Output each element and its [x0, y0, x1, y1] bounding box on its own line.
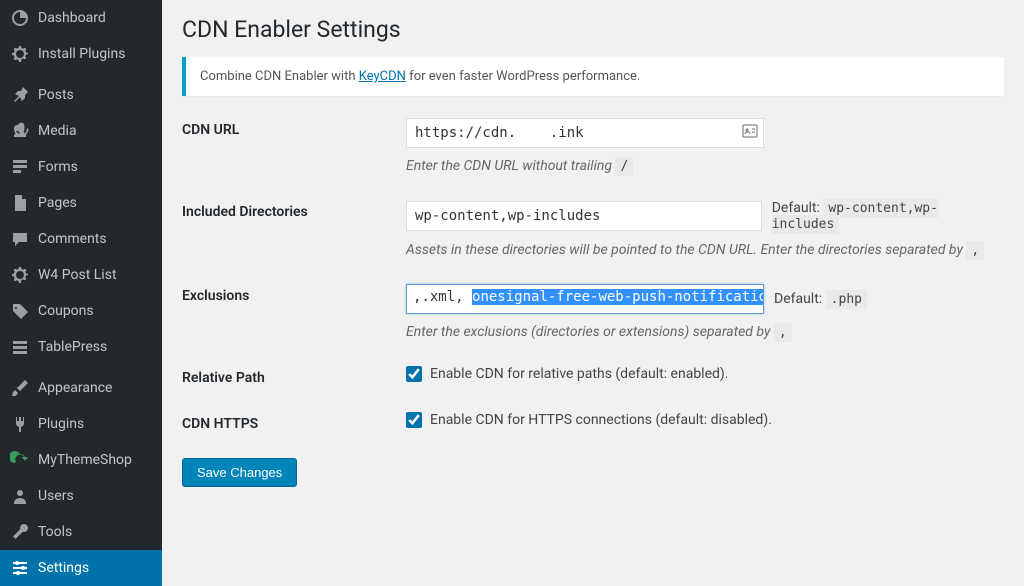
user-icon	[10, 486, 30, 506]
cdn-https-text: Enable CDN for HTTPS connections (defaul…	[430, 412, 772, 428]
sidebar-item-label: Dashboard	[38, 10, 106, 26]
sidebar-item-label: Install Plugins	[38, 46, 125, 62]
page-icon	[10, 193, 30, 213]
refresh-icon	[10, 450, 30, 470]
gear-icon	[10, 265, 30, 285]
sidebar-item-label: Pages	[38, 195, 77, 211]
sidebar-item-label: Plugins	[38, 416, 84, 432]
sidebar-item-settings[interactable]: Settings	[0, 550, 162, 586]
sidebar-item-tablepress[interactable]: TablePress	[0, 329, 162, 365]
dashboard-icon	[10, 8, 30, 28]
sidebar-item-label: Comments	[38, 231, 107, 247]
included-dirs-default: Default: wp-content,wp-includes	[772, 200, 1004, 232]
sidebar-item-dashboard[interactable]: Dashboard	[0, 0, 162, 36]
sidebar-item-posts[interactable]: Posts	[0, 77, 162, 113]
sidebar-item-plugins[interactable]: Plugins	[0, 406, 162, 442]
sidebar-item-label: MyThemeShop	[38, 452, 132, 468]
relative-path-label: Relative Path	[182, 366, 406, 386]
field-included-dirs: Included Directories Default: wp-content…	[182, 200, 1004, 258]
code-comma: ,	[774, 323, 792, 342]
field-relative-path: Relative Path Enable CDN for relative pa…	[182, 366, 1004, 386]
sidebar-item-w4-post-list[interactable]: W4 Post List	[0, 257, 162, 293]
sidebar-item-mythemeshop[interactable]: MyThemeShop	[0, 442, 162, 478]
code-slash: /	[615, 157, 633, 176]
contact-card-icon	[742, 124, 758, 142]
exclusions-default: Default: .php	[774, 291, 867, 307]
pin-icon	[10, 85, 30, 105]
cdn-url-label: CDN URL	[182, 118, 406, 138]
sidebar-item-install-plugins[interactable]: Install Plugins	[0, 36, 162, 72]
cdn-https-label: CDN HTTPS	[182, 412, 406, 432]
sidebar-item-pages[interactable]: Pages	[0, 185, 162, 221]
relative-path-checkbox[interactable]	[406, 366, 422, 382]
exclusions-input[interactable]: ,.xml, onesignal-free-web-push-notificat…	[406, 284, 764, 314]
exclusions-label: Exclusions	[182, 284, 406, 304]
sidebar-item-label: Appearance	[38, 380, 112, 396]
sidebar-item-media[interactable]: Media	[0, 113, 162, 149]
code-comma: ,	[966, 241, 984, 260]
exclusions-selection: onesignal-free-web-push-notifications	[472, 289, 764, 305]
cdn-https-checkbox[interactable]	[406, 412, 422, 428]
sidebar-item-label: Users	[38, 488, 74, 504]
field-cdn-https: CDN HTTPS Enable CDN for HTTPS connectio…	[182, 412, 1004, 432]
sidebar-item-users[interactable]: Users	[0, 478, 162, 514]
brush-icon	[10, 378, 30, 398]
forms-icon	[10, 157, 30, 177]
media-icon	[10, 121, 30, 141]
admin-sidebar: Dashboard Install Plugins Posts Media Fo…	[0, 0, 162, 586]
sidebar-item-label: Tools	[38, 524, 72, 540]
sidebar-item-label: TablePress	[38, 339, 107, 355]
wrench-icon	[10, 522, 30, 542]
sliders-icon	[10, 558, 30, 578]
cdn-url-input[interactable]	[406, 118, 764, 148]
keycdn-link[interactable]: KeyCDN	[359, 69, 406, 84]
sidebar-item-label: Posts	[38, 87, 74, 103]
notice-text-post: for even faster WordPress performance.	[406, 69, 640, 84]
info-notice: Combine CDN Enabler with KeyCDN for even…	[182, 57, 1004, 96]
cdn-url-desc: Enter the CDN URL without trailing /	[406, 158, 1004, 174]
included-dirs-desc: Assets in these directories will be poin…	[406, 242, 1004, 258]
settings-page: CDN Enabler Settings Combine CDN Enabler…	[162, 0, 1024, 586]
sidebar-item-comments[interactable]: Comments	[0, 221, 162, 257]
sidebar-item-appearance[interactable]: Appearance	[0, 370, 162, 406]
included-dirs-input[interactable]	[406, 201, 762, 231]
gear-icon	[10, 44, 30, 64]
plug-icon	[10, 414, 30, 434]
sidebar-item-label: W4 Post List	[38, 267, 117, 283]
relative-path-text: Enable CDN for relative paths (default: …	[430, 366, 728, 382]
notice-text-pre: Combine CDN Enabler with	[200, 69, 359, 84]
sidebar-item-label: Settings	[38, 560, 89, 576]
sidebar-item-tools[interactable]: Tools	[0, 514, 162, 550]
sidebar-item-label: Forms	[38, 159, 78, 175]
sidebar-item-label: Media	[38, 123, 77, 139]
tag-icon	[10, 301, 30, 321]
sidebar-item-label: Coupons	[38, 303, 94, 319]
field-exclusions: Exclusions ,.xml, onesignal-free-web-pus…	[182, 284, 1004, 340]
sidebar-item-coupons[interactable]: Coupons	[0, 293, 162, 329]
save-changes-button[interactable]: Save Changes	[182, 458, 297, 487]
comment-icon	[10, 229, 30, 249]
exclusions-desc: Enter the exclusions (directories or ext…	[406, 324, 1004, 340]
page-title: CDN Enabler Settings	[182, 16, 1004, 43]
sidebar-item-forms[interactable]: Forms	[0, 149, 162, 185]
field-cdn-url: CDN URL Enter the CDN URL without traili…	[182, 118, 1004, 174]
table-icon	[10, 337, 30, 357]
included-dirs-label: Included Directories	[182, 200, 406, 220]
